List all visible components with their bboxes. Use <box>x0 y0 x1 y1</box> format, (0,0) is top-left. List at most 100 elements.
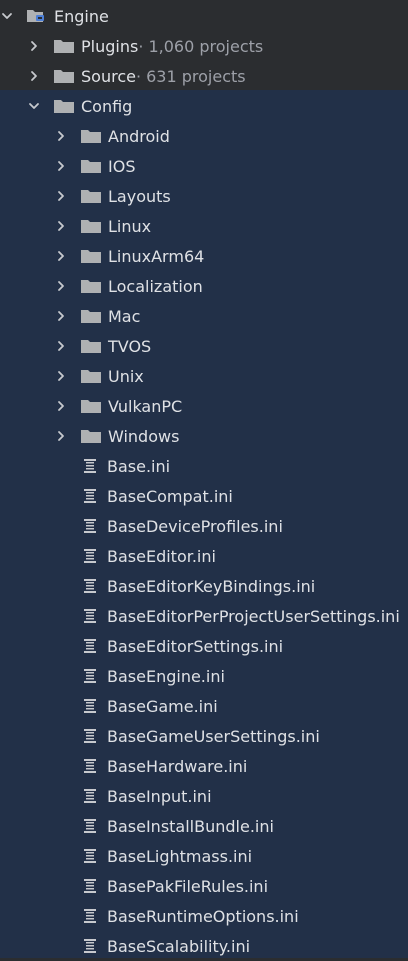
chevron-right-icon[interactable] <box>54 189 68 203</box>
ini-file-icon <box>81 667 99 685</box>
tree-label: Unix <box>108 366 144 386</box>
chevron-right-icon[interactable] <box>54 219 68 233</box>
chevron-right-icon[interactable] <box>54 369 68 383</box>
tree-row-folder[interactable]: Unix <box>0 361 408 391</box>
tree-row-file[interactable]: BaseDeviceProfiles.ini <box>0 511 408 541</box>
engine-module-icon <box>26 7 48 25</box>
tree-row-file[interactable]: BaseRuntimeOptions.ini <box>0 901 408 931</box>
tree-label: BaseHardware.ini <box>107 756 248 776</box>
chevron-right-icon[interactable] <box>54 309 68 323</box>
tree-row-folder[interactable]: VulkanPC <box>0 391 408 421</box>
chevron-right-icon[interactable] <box>54 279 68 293</box>
ini-file-icon <box>81 487 99 505</box>
chevron-down-icon[interactable] <box>27 99 41 113</box>
tree-row-file[interactable]: BaseEditorSettings.ini <box>0 631 408 661</box>
tree-label: BaseInstallBundle.ini <box>107 816 274 836</box>
ini-file-icon <box>81 847 99 865</box>
tree-label: BaseEditorPerProjectUserSettings.ini <box>107 606 400 626</box>
chevron-right-icon[interactable] <box>27 69 41 83</box>
tree-label: Linux <box>108 216 152 236</box>
chevron-right-icon[interactable] <box>54 159 68 173</box>
ini-file-icon <box>81 697 99 715</box>
tree-label: BaseEditor.ini <box>107 546 216 566</box>
tree-label: Base.ini <box>107 456 171 476</box>
ini-file-icon <box>81 637 99 655</box>
project-count: · 1,060 projects <box>138 36 264 56</box>
tree-label: VulkanPC <box>108 396 183 416</box>
tree-row-file[interactable]: BaseEngine.ini <box>0 661 408 691</box>
ini-file-icon <box>81 757 99 775</box>
tree-row-file[interactable]: BasePakFileRules.ini <box>0 871 408 901</box>
tree-row-folder[interactable]: Android <box>0 121 408 151</box>
tree-label: Windows <box>108 426 180 446</box>
tree-label: BaseEditorKeyBindings.ini <box>107 576 316 596</box>
ini-file-icon <box>81 727 99 745</box>
ini-file-icon <box>81 787 99 805</box>
tree-label: BaseRuntimeOptions.ini <box>107 906 299 926</box>
folder-icon <box>80 277 102 295</box>
ini-file-icon <box>81 457 99 475</box>
tree-row-file[interactable]: BaseGame.ini <box>0 691 408 721</box>
tree-label: BaseInput.ini <box>107 786 212 806</box>
tree-row-file[interactable]: BaseInstallBundle.ini <box>0 811 408 841</box>
folder-icon <box>80 337 102 355</box>
tree-row-file[interactable]: BaseCompat.ini <box>0 481 408 511</box>
project-tree: Engine Plugins · 1,060 projects Source · … <box>0 0 408 958</box>
tree-row-folder[interactable]: Layouts <box>0 181 408 211</box>
tree-label: Layouts <box>108 186 171 206</box>
ini-file-icon <box>81 907 99 925</box>
tree-row-folder[interactable]: LinuxArm64 <box>0 241 408 271</box>
tree-row-engine[interactable]: Engine <box>0 1 408 31</box>
folder-icon <box>80 157 102 175</box>
tree-row-file[interactable]: BaseEditorPerProjectUserSettings.ini <box>0 601 408 631</box>
ini-file-icon <box>81 517 99 535</box>
folder-icon <box>80 307 102 325</box>
chevron-right-icon[interactable] <box>27 39 41 53</box>
folder-icon <box>53 37 75 55</box>
ini-file-icon <box>81 937 99 955</box>
tree-label: BaseGame.ini <box>107 696 218 716</box>
tree-row-source[interactable]: Source · 631 projects <box>0 61 408 91</box>
tree-row-folder[interactable]: TVOS <box>0 331 408 361</box>
folder-icon <box>53 67 75 85</box>
ini-file-icon <box>81 817 99 835</box>
tree-row-folder[interactable]: Linux <box>0 211 408 241</box>
ini-file-icon <box>81 607 99 625</box>
tree-label: BaseLightmass.ini <box>107 846 253 866</box>
tree-label: BasePakFileRules.ini <box>107 876 269 896</box>
tree-row-folder[interactable]: IOS <box>0 151 408 181</box>
chevron-right-icon[interactable] <box>54 429 68 443</box>
tree-label: BaseScalability.ini <box>107 936 251 956</box>
ini-file-icon <box>81 547 99 565</box>
tree-label: IOS <box>108 156 136 176</box>
tree-row-file[interactable]: BaseHardware.ini <box>0 751 408 781</box>
tree-label: LinuxArm64 <box>108 246 205 266</box>
chevron-right-icon[interactable] <box>54 399 68 413</box>
folder-icon <box>80 427 102 445</box>
folder-icon <box>80 217 102 235</box>
tree-row-plugins[interactable]: Plugins · 1,060 projects <box>0 31 408 61</box>
tree-row-folder[interactable]: Mac <box>0 301 408 331</box>
folder-icon <box>53 97 75 115</box>
tree-row-file[interactable]: Base.ini <box>0 451 408 481</box>
tree-row-file[interactable]: BaseGameUserSettings.ini <box>0 721 408 751</box>
chevron-right-icon[interactable] <box>54 249 68 263</box>
tree-label: BaseEngine.ini <box>107 666 225 686</box>
tree-row-file[interactable]: BaseInput.ini <box>0 781 408 811</box>
chevron-right-icon[interactable] <box>54 339 68 353</box>
tree-row-file[interactable]: BaseLightmass.ini <box>0 841 408 871</box>
tree-label: BaseDeviceProfiles.ini <box>107 516 283 536</box>
tree-row-config[interactable]: Config <box>0 91 408 121</box>
tree-row-file[interactable]: BaseScalability.ini <box>0 931 408 961</box>
chevron-right-icon[interactable] <box>54 129 68 143</box>
tree-label: TVOS <box>108 336 152 356</box>
tree-label: Source <box>81 66 136 86</box>
chevron-down-icon[interactable] <box>0 9 14 23</box>
tree-label: Plugins <box>81 36 139 56</box>
tree-row-folder[interactable]: Localization <box>0 271 408 301</box>
tree-label: BaseGameUserSettings.ini <box>107 726 320 746</box>
tree-label: Mac <box>108 306 141 326</box>
tree-row-folder[interactable]: Windows <box>0 421 408 451</box>
tree-row-file[interactable]: BaseEditor.ini <box>0 541 408 571</box>
tree-row-file[interactable]: BaseEditorKeyBindings.ini <box>0 571 408 601</box>
